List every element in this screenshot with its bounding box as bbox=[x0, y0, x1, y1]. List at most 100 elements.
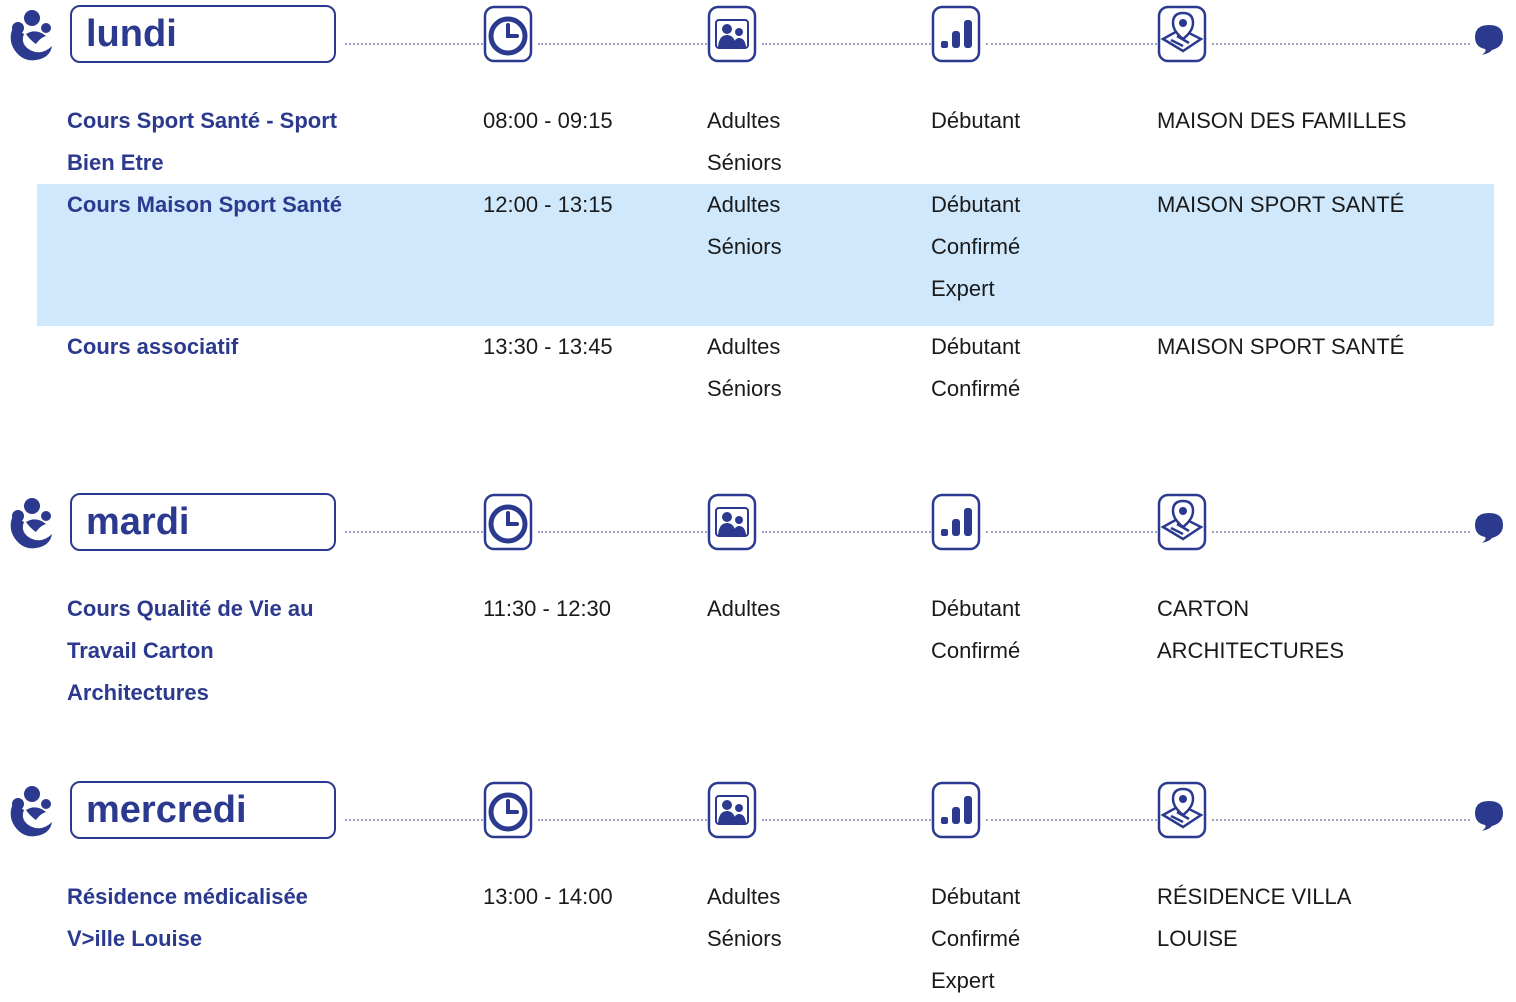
course-level: Débutant Confirmé Expert bbox=[931, 184, 1131, 310]
course-level: Débutant Confirmé bbox=[931, 588, 1131, 672]
dotted-separator bbox=[762, 819, 931, 821]
course-public-line: Séniors bbox=[707, 234, 782, 259]
signal-bars-icon bbox=[931, 493, 981, 551]
course-time: 13:30 - 13:45 bbox=[483, 326, 683, 368]
day-title: mardi bbox=[70, 493, 336, 551]
dotted-separator bbox=[345, 531, 483, 533]
course-level-line: Débutant bbox=[931, 192, 1021, 217]
course-level: Débutant Confirmé bbox=[931, 326, 1131, 410]
course-level-line: Expert bbox=[931, 968, 995, 993]
course-place: MAISON SPORT SANTÉ bbox=[1157, 326, 1477, 368]
course-level-line: Confirmé bbox=[931, 376, 1021, 401]
course-place-line: LOUISE bbox=[1157, 926, 1238, 951]
course-public-line: Adultes bbox=[707, 334, 781, 359]
course-row[interactable]: Cours Qualité de Vie au Travail Carton Arc… bbox=[0, 588, 1516, 730]
clock-icon bbox=[483, 5, 533, 63]
course-title-line[interactable]: V>ille Louise bbox=[67, 918, 397, 960]
course-level-line: Confirmé bbox=[931, 638, 1021, 663]
dotted-separator bbox=[1212, 531, 1470, 533]
course-time-line: 13:30 - 13:45 bbox=[483, 334, 613, 359]
day-header: mardi bbox=[0, 488, 1516, 588]
course-public: Adultes Séniors bbox=[707, 184, 907, 268]
course-public-line: Adultes bbox=[707, 596, 781, 621]
course-title[interactable]: Cours Sport Santé - Sport Bien Etre bbox=[67, 100, 397, 184]
map-pin-icon bbox=[1157, 5, 1207, 63]
dotted-separator bbox=[1212, 43, 1470, 45]
group-users-icon bbox=[707, 493, 757, 551]
course-level-line: Confirmé bbox=[931, 234, 1021, 259]
course-title-line[interactable]: Bien Etre bbox=[67, 142, 397, 184]
course-row[interactable]: Cours associatif 13:30 - 13:45 Adultes Séni… bbox=[0, 326, 1516, 426]
course-place: CARTON ARCHITECTURES bbox=[1157, 588, 1477, 672]
course-place: MAISON DES FAMILLES bbox=[1157, 100, 1477, 142]
course-level-line: Débutant bbox=[931, 334, 1021, 359]
course-place-line: MAISON DES FAMILLES bbox=[1157, 108, 1407, 133]
people-logo-icon bbox=[6, 496, 56, 554]
signal-bars-icon bbox=[931, 781, 981, 839]
people-logo-icon bbox=[6, 8, 56, 66]
course-public-line: Adultes bbox=[707, 884, 781, 909]
course-time: 08:00 - 09:15 bbox=[483, 100, 683, 142]
course-place-line: MAISON SPORT SANTÉ bbox=[1157, 334, 1405, 359]
course-place-line: CARTON bbox=[1157, 596, 1250, 621]
day-header: mercredi bbox=[0, 776, 1516, 876]
course-public: Adultes Séniors bbox=[707, 326, 907, 410]
course-title-line[interactable]: Cours associatif bbox=[67, 326, 397, 368]
group-users-icon bbox=[707, 781, 757, 839]
course-time: 13:00 - 14:00 bbox=[483, 876, 683, 918]
course-title-line[interactable]: Cours Sport Santé - Sport bbox=[67, 100, 397, 142]
signal-bars-icon bbox=[931, 5, 981, 63]
dotted-separator bbox=[986, 819, 1157, 821]
course-level: Débutant Confirmé Expert bbox=[931, 876, 1131, 1002]
course-time-line: 12:00 - 13:15 bbox=[483, 192, 613, 217]
course-title-line[interactable]: Résidence médicalisée bbox=[67, 876, 397, 918]
course-public-line: Adultes bbox=[707, 108, 781, 133]
map-pin-icon bbox=[1157, 781, 1207, 839]
course-place: MAISON SPORT SANTÉ bbox=[1157, 184, 1477, 226]
dotted-separator bbox=[538, 43, 707, 45]
course-level-line: Débutant bbox=[931, 596, 1021, 621]
people-logo-icon bbox=[6, 784, 56, 842]
course-row[interactable]: Résidence médicalisée V>ille Louise 13:00 … bbox=[0, 876, 1516, 1002]
course-public-line: Séniors bbox=[707, 150, 782, 175]
course-row[interactable]: Cours Maison Sport Santé 12:00 - 13:15 Adu… bbox=[37, 184, 1494, 326]
dotted-separator bbox=[538, 531, 707, 533]
day-title: mercredi bbox=[70, 781, 336, 839]
course-public: Adultes bbox=[707, 588, 907, 630]
course-title[interactable]: Résidence médicalisée V>ille Louise bbox=[67, 876, 397, 960]
course-title-line[interactable]: Architectures bbox=[67, 672, 397, 714]
course-public-line: Adultes bbox=[707, 192, 781, 217]
course-time: 12:00 - 13:15 bbox=[483, 184, 683, 226]
course-time-line: 11:30 - 12:30 bbox=[483, 596, 612, 621]
course-title[interactable]: Cours Maison Sport Santé bbox=[67, 184, 397, 226]
course-time-line: 08:00 - 09:15 bbox=[483, 108, 613, 133]
clock-icon bbox=[483, 781, 533, 839]
speech-bubble-icon bbox=[1472, 798, 1506, 832]
course-public-line: Séniors bbox=[707, 376, 782, 401]
day-header: lundi bbox=[0, 0, 1516, 100]
speech-bubble-icon bbox=[1472, 510, 1506, 544]
day-section-lundi: lundi Cours Sport Santé - Sport Bien Etre 0… bbox=[0, 0, 1516, 401]
course-level-line: Débutant bbox=[931, 884, 1021, 909]
course-place-line: RÉSIDENCE VILLA bbox=[1157, 884, 1352, 909]
course-public-line: Séniors bbox=[707, 926, 782, 951]
course-place: RÉSIDENCE VILLA LOUISE bbox=[1157, 876, 1477, 960]
course-title[interactable]: Cours associatif bbox=[67, 326, 397, 368]
course-title-line[interactable]: Cours Maison Sport Santé bbox=[67, 184, 397, 226]
course-title[interactable]: Cours Qualité de Vie au Travail Carton Arc… bbox=[67, 588, 397, 714]
speech-bubble-icon bbox=[1472, 22, 1506, 56]
course-level: Débutant bbox=[931, 100, 1131, 142]
course-title-line[interactable]: Travail Carton bbox=[67, 630, 397, 672]
course-title-line[interactable]: Cours Qualité de Vie au bbox=[67, 588, 397, 630]
dotted-separator bbox=[762, 43, 931, 45]
dotted-separator bbox=[986, 43, 1157, 45]
course-public: Adultes Séniors bbox=[707, 100, 907, 184]
course-level-line: Expert bbox=[931, 276, 995, 301]
course-row[interactable]: Cours Sport Santé - Sport Bien Etre 08:00 … bbox=[0, 100, 1516, 184]
day-section-mardi: mardi Cours Qualité de Vie au Travail Cart… bbox=[0, 488, 1516, 705]
course-time-line: 13:00 - 14:00 bbox=[483, 884, 613, 909]
day-section-mercredi: mercredi Résidence médicalisée V>ille Loui… bbox=[0, 776, 1516, 993]
course-place-line: ARCHITECTURES bbox=[1157, 638, 1345, 663]
clock-icon bbox=[483, 493, 533, 551]
dotted-separator bbox=[1212, 819, 1470, 821]
